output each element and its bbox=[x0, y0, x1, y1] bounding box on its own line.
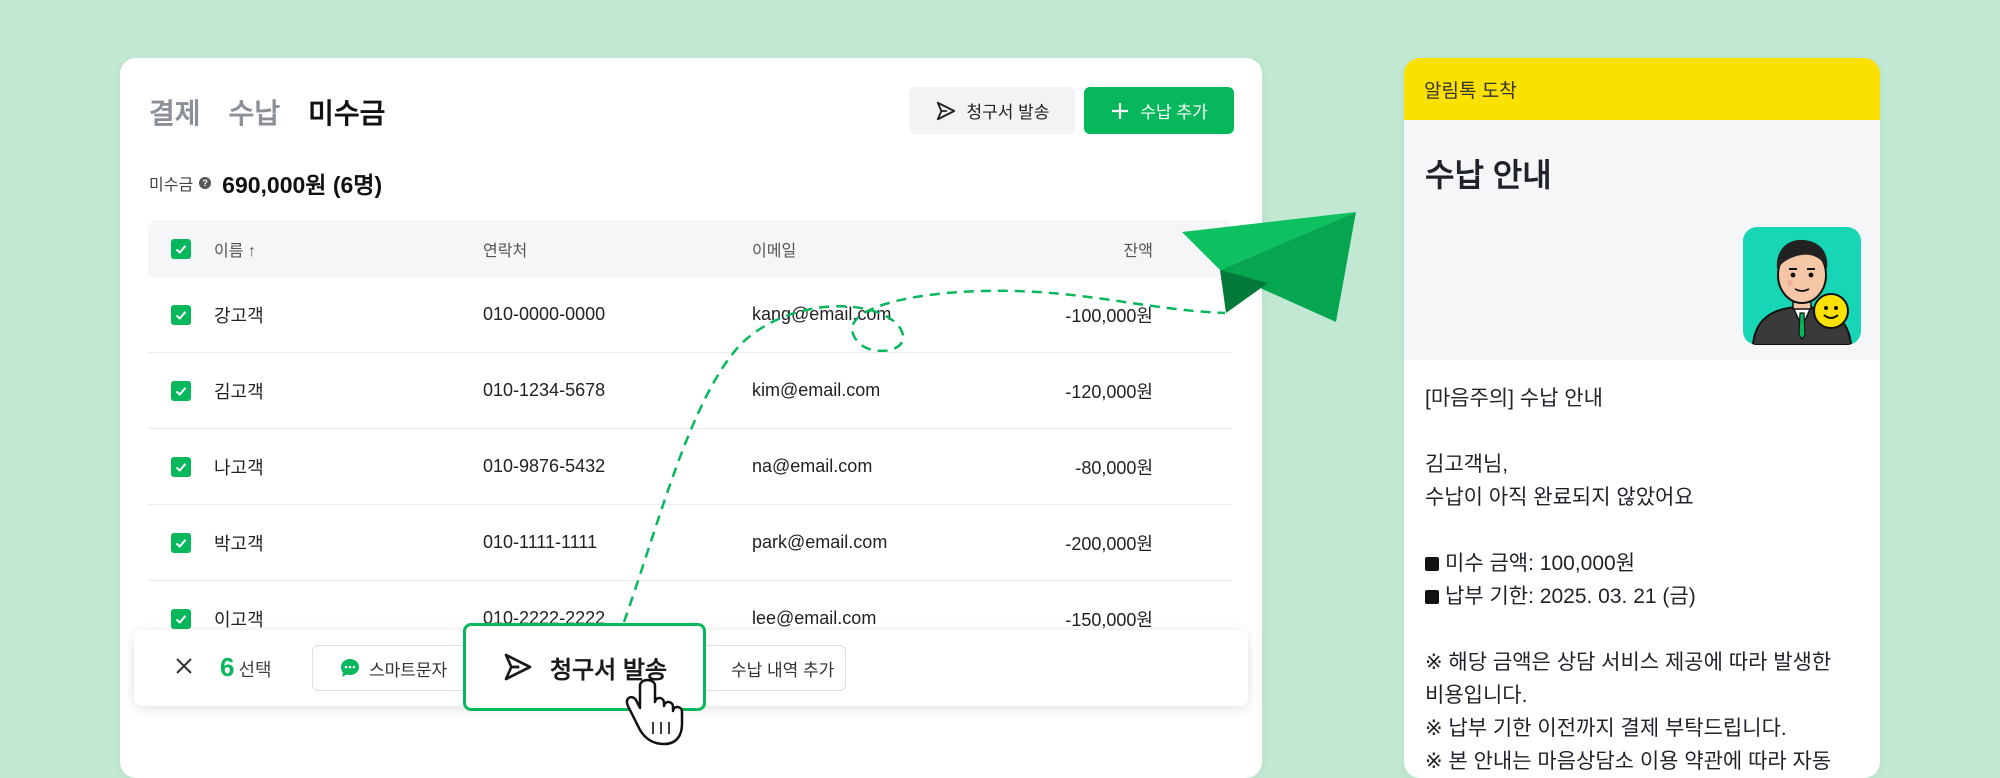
row-checkbox[interactable] bbox=[171, 380, 191, 401]
notice-title: 수납 안내 bbox=[1425, 157, 1552, 193]
send-invoice-button[interactable]: 청구서 발송 bbox=[909, 87, 1075, 134]
message-line: 수납이 아직 완료되지 않았어요 bbox=[1425, 486, 1694, 509]
chat-bubble-icon bbox=[341, 659, 359, 677]
smart-sms-label: 스마트문자 bbox=[369, 660, 448, 680]
receivables-table: 이름 ↑ 연락처 이메일 잔액 강고객 010-0000-0000 kang@e… bbox=[148, 220, 1232, 657]
cell-name: 박고객 bbox=[214, 533, 264, 554]
select-all-checkbox[interactable] bbox=[171, 238, 191, 259]
check-icon bbox=[175, 310, 187, 320]
cell-email: kim@email.com bbox=[752, 380, 881, 400]
send-invoice-label: 청구서 발송 bbox=[966, 103, 1050, 122]
check-icon bbox=[175, 244, 187, 254]
check-icon bbox=[175, 462, 187, 472]
table-row[interactable]: 김고객 010-1234-5678 kim@email.com -120,000… bbox=[148, 353, 1232, 429]
message-line: 미수 금액: 100,000원 bbox=[1445, 552, 1636, 575]
cell-email: kang@email.com bbox=[752, 304, 892, 324]
message-line: 납부 기한: 2025. 03. 21 (금) bbox=[1445, 585, 1696, 608]
selection-count: 6 선택 bbox=[220, 652, 272, 683]
cell-balance: -150,000원 bbox=[1065, 609, 1153, 630]
send-icon bbox=[504, 653, 532, 681]
row-checkbox[interactable] bbox=[171, 532, 191, 553]
table-row[interactable]: 강고객 010-0000-0000 kang@email.com -100,00… bbox=[148, 277, 1232, 353]
check-icon bbox=[175, 386, 187, 396]
message-line: 비용입니다. bbox=[1425, 684, 1528, 707]
cell-email: lee@email.com bbox=[752, 608, 877, 628]
cell-balance: -200,000원 bbox=[1065, 533, 1153, 554]
message-body: [마음주의] 수납 안내 김고객님, 수납이 아직 완료되지 않았어요 미수 금… bbox=[1404, 360, 1880, 778]
message-line: ※ 본 안내는 마음상담소 이용 약관에 따라 자동 bbox=[1425, 750, 1832, 773]
summary-label: 미수금 bbox=[149, 177, 194, 194]
cell-balance: -120,000원 bbox=[1065, 381, 1153, 402]
receivables-summary: 미수금 ? 690,000원 (6명) bbox=[149, 166, 382, 200]
avatar bbox=[1743, 227, 1861, 345]
summary-amount: 690,000원 (6명) bbox=[222, 172, 383, 198]
cell-phone: 010-1234-5678 bbox=[483, 380, 606, 400]
header-phone: 연락처 bbox=[483, 242, 528, 260]
row-checkbox[interactable] bbox=[171, 608, 191, 629]
close-icon[interactable] bbox=[174, 656, 194, 676]
smart-sms-button[interactable]: 스마트문자 bbox=[312, 645, 472, 691]
tab-collection[interactable]: 수납 bbox=[229, 92, 281, 132]
header-balance: 잔액 bbox=[1123, 242, 1153, 260]
cell-name: 김고객 bbox=[214, 381, 264, 402]
send-invoice-highlight-button[interactable]: 청구서 발송 bbox=[463, 623, 706, 711]
cell-email: park@email.com bbox=[752, 532, 888, 552]
cell-balance: -100,000원 bbox=[1065, 305, 1153, 326]
selected-label: 선택 bbox=[238, 660, 272, 680]
table-row[interactable]: 나고객 010-9876-5432 na@email.com -80,000원 bbox=[148, 429, 1232, 505]
top-actions: 청구서 발송 수납 추가 bbox=[909, 87, 1234, 134]
cell-phone: 010-9876-5432 bbox=[483, 456, 606, 476]
add-payment-label: 수납 추가 bbox=[1140, 103, 1208, 122]
bullet-square-icon bbox=[1425, 590, 1439, 604]
help-icon[interactable]: ? bbox=[199, 177, 212, 189]
message-bullet-line: 미수 금액: 100,000원 bbox=[1425, 547, 1860, 580]
notice-banner: 수납 안내 bbox=[1404, 120, 1880, 360]
cell-name: 나고객 bbox=[214, 457, 264, 478]
message-bullet-line: 납부 기한: 2025. 03. 21 (금) bbox=[1425, 580, 1860, 613]
check-icon bbox=[175, 614, 187, 624]
tab-receivables[interactable]: 미수금 bbox=[308, 92, 385, 132]
check-icon bbox=[175, 538, 187, 548]
send-invoice-highlight-label: 청구서 발송 bbox=[549, 656, 668, 684]
alimtalk-preview: 알림톡 도착 수납 안내 [마음주의] 수납 안내 김고객님, 수납이 아직 완… bbox=[1404, 58, 1880, 778]
cell-phone: 010-1111-1111 bbox=[483, 532, 598, 552]
cell-name: 이고객 bbox=[214, 609, 264, 630]
header-name[interactable]: 이름 ↑ bbox=[214, 237, 483, 261]
cell-email: na@email.com bbox=[752, 456, 873, 476]
cell-name: 강고객 bbox=[214, 305, 264, 326]
table-row[interactable]: 박고객 010-1111-1111 park@email.com -200,00… bbox=[148, 505, 1232, 581]
row-checkbox[interactable] bbox=[171, 304, 191, 325]
row-checkbox[interactable] bbox=[171, 456, 191, 477]
message-line: [마음주의] 수납 안내 bbox=[1425, 387, 1603, 410]
bullet-square-icon bbox=[1425, 557, 1439, 571]
add-history-label: 수납 내역 추가 bbox=[731, 660, 835, 680]
send-icon bbox=[936, 101, 955, 120]
cell-phone: 010-0000-0000 bbox=[483, 304, 606, 324]
add-payment-button[interactable]: 수납 추가 bbox=[1084, 87, 1234, 134]
message-line: ※ 해당 금액은 상담 서비스 제공에 따라 발생한 bbox=[1425, 651, 1832, 674]
plus-icon bbox=[1112, 102, 1129, 119]
tab-payment[interactable]: 결제 bbox=[149, 92, 201, 132]
selected-count: 6 bbox=[220, 652, 235, 682]
table-header: 이름 ↑ 연락처 이메일 잔액 bbox=[148, 220, 1232, 277]
message-line: 김고객님, bbox=[1425, 453, 1509, 476]
alimtalk-header: 알림톡 도착 bbox=[1404, 58, 1880, 120]
cell-balance: -80,000원 bbox=[1075, 457, 1153, 478]
message-line: ※ 납부 기한 이전까지 결제 부탁드립니다. bbox=[1425, 717, 1787, 740]
character-illustration-icon bbox=[1751, 239, 1853, 345]
header-email: 이메일 bbox=[752, 242, 797, 260]
tab-bar: 결제 수납 미수금 bbox=[149, 92, 385, 132]
alimtalk-header-label: 알림톡 도착 bbox=[1424, 80, 1517, 102]
